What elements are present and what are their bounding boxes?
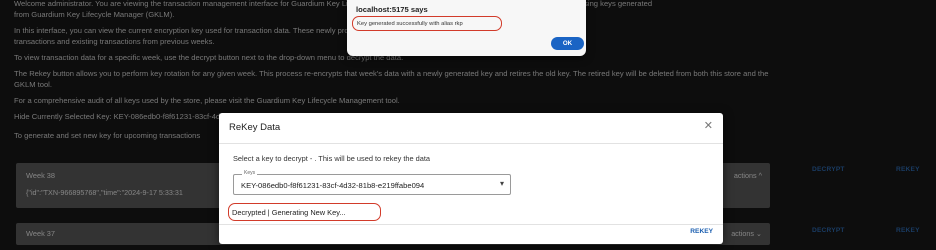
highlight-circle xyxy=(228,203,381,221)
divider xyxy=(219,143,723,144)
alert-title: localhost:5175 says xyxy=(356,5,428,14)
divider xyxy=(219,224,723,225)
dialog-rekey-button[interactable]: REKEY xyxy=(690,228,713,235)
key-select[interactable]: Keys KEY-086edb0-f8f61231-83cf-4d32-81b8… xyxy=(233,170,511,195)
dialog-title: ReKey Data xyxy=(229,122,281,133)
dialog-description: Select a key to decrypt - . This will be… xyxy=(233,154,431,163)
close-icon[interactable]: ✕ xyxy=(704,119,713,132)
dropdown-arrow-icon: ▾ xyxy=(499,179,504,188)
select-label: Keys xyxy=(242,170,258,176)
ok-button[interactable]: OK xyxy=(551,37,584,50)
select-value: KEY-086edb0-f8f61231-83cf-4d32-81b8-e219… xyxy=(241,181,425,190)
highlight-circle xyxy=(352,16,502,31)
rekey-dialog: ReKey Data ✕ Select a key to decrypt - .… xyxy=(219,113,723,244)
browser-alert: localhost:5175 says Key generated succes… xyxy=(347,0,586,56)
